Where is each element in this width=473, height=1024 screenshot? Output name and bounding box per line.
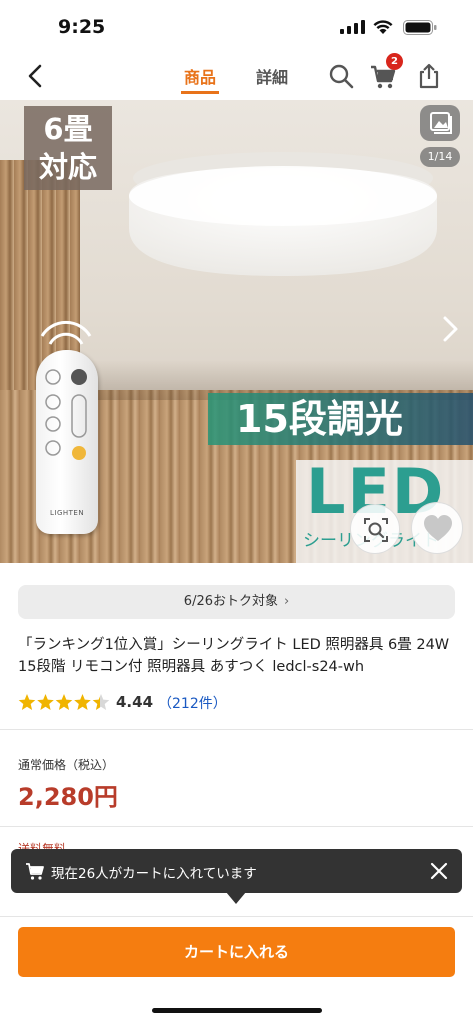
tab-detail[interactable]: 詳細 <box>256 64 288 88</box>
toast-pointer <box>226 892 246 904</box>
chevron-right-icon: › <box>284 594 290 609</box>
ceiling-light-image <box>129 152 437 276</box>
promo-label: 6/26おトク対象 <box>183 594 278 609</box>
image-search-icon <box>364 518 388 542</box>
review-count-link[interactable]: （212件） <box>158 693 227 713</box>
room-size-line2: 対応 <box>38 150 97 184</box>
product-title: 「ランキング1位入賞」シーリングライト LED 照明器具 6畳 24W 15段階… <box>18 637 450 675</box>
divider <box>0 729 473 730</box>
toast-message: 現在26人がカートに入れています <box>51 866 257 882</box>
battery-icon <box>403 20 437 35</box>
divider <box>0 826 473 827</box>
promo-pill-button[interactable]: 6/26おトク対象 › <box>18 585 455 619</box>
dimming-banner: 15段調光 <box>208 393 473 445</box>
active-tab-indicator <box>181 91 219 94</box>
gallery-button[interactable] <box>420 105 460 141</box>
room-size-line1: 6畳 <box>43 112 93 146</box>
home-indicator <box>152 1008 322 1013</box>
favorite-button[interactable] <box>411 502 463 554</box>
room-size-badge: 6畳 対応 <box>24 106 112 190</box>
status-time: 9:25 <box>58 16 106 38</box>
wifi-icon <box>373 20 393 34</box>
gallery-icon <box>430 112 452 134</box>
heart-icon <box>424 515 452 541</box>
status-bar: 9:25 <box>0 0 473 50</box>
remote-buttons <box>45 369 87 460</box>
add-to-cart-button[interactable]: カートに入れる <box>18 927 455 977</box>
tab-product[interactable]: 商品 <box>184 64 216 88</box>
share-icon[interactable] <box>415 62 443 90</box>
signal-wave-icon <box>40 320 92 345</box>
signal-icon <box>340 20 365 34</box>
zoom-search-button[interactable] <box>350 504 400 554</box>
close-icon[interactable] <box>429 861 449 881</box>
star-rating-icon <box>18 694 110 710</box>
image-counter: 1/14 <box>420 147 460 167</box>
remote-control-image <box>36 350 98 534</box>
cart-activity-toast: 現在26人がカートに入れています <box>11 849 462 893</box>
top-navigation: 商品 詳細 2 <box>0 50 473 100</box>
remote-brand-label: LIGHTEN <box>50 509 85 517</box>
cart-icon <box>26 863 44 880</box>
rating-score: 4.44 <box>116 693 154 711</box>
search-icon[interactable] <box>327 62 355 90</box>
product-image-carousel[interactable]: 6畳 対応 1/14 LIGHTEN 15段調光 LED シーリングライト <box>0 100 473 563</box>
price-value: 2,280円 <box>18 783 118 811</box>
cart-count-badge: 2 <box>386 53 403 70</box>
price-label: 通常価格（税込） <box>18 758 115 772</box>
back-arrow-icon[interactable] <box>22 62 50 90</box>
next-image-arrow-icon[interactable] <box>438 314 462 344</box>
